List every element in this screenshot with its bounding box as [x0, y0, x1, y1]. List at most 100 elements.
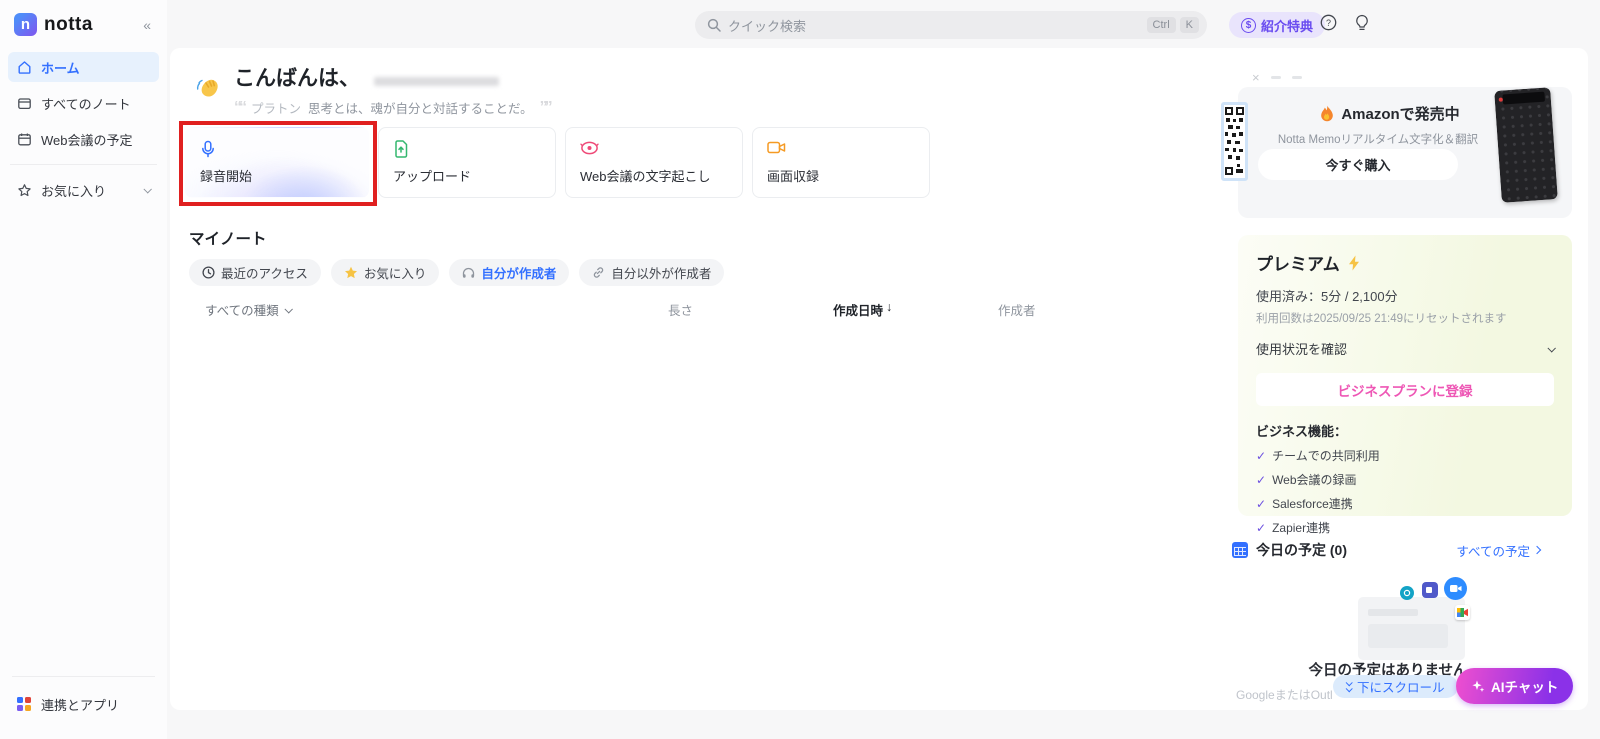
screen-record-icon	[767, 141, 786, 154]
quote-close-icon: ””	[539, 98, 553, 116]
svg-text:?: ?	[1326, 18, 1331, 28]
zoom-icon	[1444, 577, 1467, 600]
promo-dash	[1291, 76, 1302, 79]
start-recording-card[interactable]: 録音開始	[179, 121, 377, 206]
notes-icon	[18, 97, 31, 109]
star-icon	[18, 183, 31, 196]
column-header-creator[interactable]: 作成者	[998, 300, 1036, 319]
sidebar-item-favorites[interactable]: お気に入り	[8, 175, 159, 205]
sidebar-collapse-button[interactable]: «	[139, 15, 155, 35]
search-shortcut: Ctrl K	[1146, 17, 1199, 33]
google-meet-icon	[1455, 605, 1470, 620]
all-schedule-link[interactable]: すべての予定	[1456, 541, 1542, 560]
premium-panel: プレミアム 使用済み：5分 / 2,100分 利用回数は2025/09/25 2…	[1238, 235, 1572, 535]
notta-home-page: クイック検索 Ctrl K $ 紹介特典 ? n notta « ホーム すべて…	[0, 0, 1600, 739]
type-filter-dropdown[interactable]: すべての種類	[205, 300, 293, 319]
screen-record-card[interactable]: 画面収録	[752, 127, 930, 198]
sidebar-item-home[interactable]: ホーム	[8, 52, 159, 82]
clock-icon	[202, 266, 215, 279]
sidebar-item-meeting-schedule[interactable]: Web会議の予定	[8, 124, 159, 154]
usage-text: 使用済み：5分 / 2,100分	[1256, 289, 1398, 304]
sidebar-item-all-notes[interactable]: すべてのノート	[8, 88, 159, 118]
feature-item: ✓ Web会議の録画	[1256, 471, 1554, 488]
notta-wordmark: notta	[44, 13, 93, 35]
promo-subtitle: Notta Memoリアルタイム文字化＆翻訳	[1277, 134, 1479, 146]
sidebar-item-label: Web会議の予定	[41, 132, 133, 148]
sidebar-item-integrations[interactable]: 連携とアプリ	[8, 689, 159, 719]
business-plan-signup-button[interactable]: ビジネスプランに登録	[1256, 373, 1554, 406]
sidebar-item-label: お気に入り	[41, 183, 107, 199]
quick-actions: 録音開始 アップロード Web会議の文字起こし 画面収録	[179, 121, 930, 206]
chevron-down-icon	[1547, 343, 1556, 353]
double-chevron-down-icon	[1345, 679, 1353, 693]
type-filter-label: すべての種類	[205, 304, 279, 318]
waving-hand-icon	[196, 79, 218, 97]
premium-title: プレミアム	[1256, 255, 1340, 274]
feature-item: ✓ Zapier連携	[1256, 519, 1554, 536]
greeting-section: こんばんは、 ““ プラトン 思考とは、魂が自分と対話することだ。 ””	[194, 62, 553, 117]
coin-icon: $	[1241, 17, 1256, 33]
quote-open-icon: ““	[234, 98, 247, 116]
home-icon	[18, 60, 31, 74]
chevron-right-icon	[1532, 545, 1542, 555]
action-label: 画面収録	[767, 169, 820, 184]
filter-recent-access[interactable]: 最近のアクセス	[189, 259, 321, 286]
lightbulb-icon[interactable]	[1354, 14, 1370, 37]
buy-now-button[interactable]: 今すぐ購入	[1258, 149, 1458, 180]
usage-status-toggle[interactable]: 使用状況を確認	[1256, 339, 1556, 358]
filter-created-by-me[interactable]: 自分が作成者	[449, 259, 570, 286]
sidebar-item-label: ホーム	[41, 60, 80, 76]
mynotes-filters: 最近のアクセス お気に入り 自分が作成者 自分以外が作成者	[189, 259, 725, 286]
sidebar: n notta « ホーム すべてのノート Web会議の予定 お気に入り 連携と…	[0, 0, 167, 739]
filter-label: 最近のアクセス	[221, 267, 308, 281]
check-icon: ✓	[1256, 496, 1267, 511]
upload-card[interactable]: アップロード	[378, 127, 556, 198]
apps-grid-icon	[17, 696, 32, 712]
red-annotation-box	[179, 121, 377, 206]
scroll-down-label: 下にスクロール	[1357, 681, 1445, 695]
search-placeholder: クイック検索	[728, 18, 807, 34]
scroll-down-button[interactable]: 下にスクロール	[1333, 675, 1458, 698]
link-icon	[594, 267, 604, 278]
web-meeting-transcribe-card[interactable]: Web会議の文字起こし	[565, 127, 743, 198]
sort-desc-icon: ↓	[886, 300, 893, 314]
sparkle-icon	[1472, 680, 1485, 692]
column-header-created-at[interactable]: 作成日時 ↓	[833, 300, 892, 319]
schedule-title: 今日の予定 (0)	[1256, 542, 1347, 558]
column-header-length[interactable]: 長さ	[668, 300, 693, 319]
key-k: K	[1179, 17, 1199, 33]
daily-quote: ““ プラトン 思考とは、魂が自分と対話することだ。 ””	[234, 98, 553, 117]
teams-icon	[1422, 582, 1438, 598]
business-features-title: ビジネス機能：	[1256, 424, 1348, 439]
search-input[interactable]: クイック検索 Ctrl K	[695, 11, 1207, 39]
ai-chat-button[interactable]: AIチャット	[1456, 668, 1574, 704]
feature-label: チームでの共同利用	[1272, 449, 1380, 463]
notta-logo: n	[14, 13, 37, 36]
quote-text: 思考とは、魂が自分と対話することだ。	[308, 102, 533, 116]
action-label: Web会議の文字起こし	[580, 169, 711, 184]
lightning-icon	[1348, 255, 1359, 270]
schedule-calendar-icon	[1232, 542, 1248, 558]
notta-memo-promo-banner[interactable]: × Amazonで発売中 Notta Memoリアルタイム文字化＆翻訳 今すぐ購…	[1221, 70, 1572, 218]
sidebar-item-label: 連携とアプリ	[41, 697, 120, 713]
chevron-down-icon	[143, 185, 152, 194]
usage-status-label: 使用状況を確認	[1256, 342, 1348, 357]
help-icon[interactable]: ?	[1320, 14, 1337, 36]
key-ctrl: Ctrl	[1146, 17, 1176, 33]
all-schedule-label: すべての予定	[1456, 544, 1530, 559]
sidebar-divider	[10, 164, 157, 165]
microphone-icon	[202, 140, 214, 158]
close-icon: ×	[1252, 70, 1260, 85]
upload-file-icon	[395, 140, 408, 158]
referral-label: 紹介特典	[1261, 18, 1314, 34]
feature-label: Web会議の録画	[1272, 473, 1357, 487]
feature-item: ✓ Salesforce連携	[1256, 495, 1554, 512]
filter-label: 自分以外が作成者	[611, 267, 712, 281]
filter-favorites[interactable]: お気に入り	[330, 259, 440, 286]
usage-reset-note: 利用回数は2025/09/25 21:49にリセットされます	[1256, 313, 1507, 325]
ai-chat-label: AIチャット	[1491, 680, 1559, 695]
promo-close-button[interactable]: ×	[1252, 70, 1302, 85]
filter-created-by-others[interactable]: 自分以外が作成者	[579, 259, 725, 286]
referral-bonus-button[interactable]: $ 紹介特典	[1229, 12, 1326, 38]
greeting-title: こんばんは、	[234, 67, 360, 90]
